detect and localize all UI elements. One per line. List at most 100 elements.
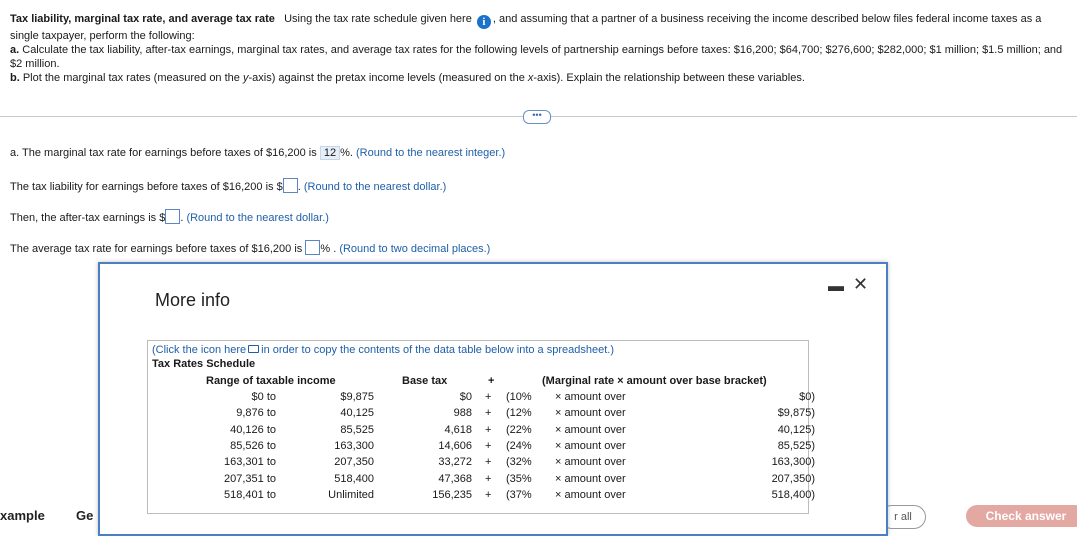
close-icon[interactable]: ✕ — [853, 274, 868, 295]
cell-rate: (35% — [506, 472, 532, 485]
copy-note: (Click the icon here in order to copy the… — [152, 344, 614, 356]
q2-input[interactable] — [282, 178, 298, 193]
table-row: 40,126 to 85,525 4,618 + (22% × amount over 40… — [148, 423, 815, 440]
problem-intro-1: Using the tax rate schedule given here — [284, 13, 472, 25]
cell-to: 85,525 — [340, 423, 374, 436]
header-range: Range of taxable income — [206, 375, 336, 387]
question-2: The tax liability for earnings before ta… — [10, 178, 446, 193]
cell-from: 518,401 to — [224, 488, 276, 501]
dialog-title: More info — [155, 290, 231, 310]
cell-from: 9,876 to — [236, 407, 276, 420]
cell-plus: + — [485, 456, 492, 469]
cell-rate: (37% — [506, 488, 532, 501]
q1-post: %. — [340, 147, 353, 159]
q1-text: a. The marginal tax rate for earnings be… — [10, 147, 317, 159]
more-info-dialog: More info ▬ ✕ (Click the icon here in ord… — [98, 262, 888, 536]
minimize-icon[interactable]: ▬ — [828, 278, 844, 296]
table-title: Tax Rates Schedule — [152, 358, 256, 370]
question-4: The average tax rate for earnings before… — [10, 240, 490, 255]
cell-to: 163,300 — [334, 439, 374, 452]
q1-hint: (Round to the nearest integer.) — [355, 147, 506, 159]
part-b-text-2: -axis) against the pretax income levels … — [248, 72, 528, 84]
copy-note-text-2: in order to copy the contents of the dat… — [261, 344, 614, 356]
cell-to: 40,125 — [340, 407, 374, 420]
cell-over: 207,350) — [771, 472, 815, 485]
cell-base: 988 — [453, 407, 472, 420]
cell-over: $0) — [799, 391, 815, 403]
table-row: $0 to $9,875 $0 + (10% × amount over $0) — [148, 391, 815, 407]
cell-plus: + — [485, 439, 492, 452]
part-b-label: b. — [10, 72, 20, 84]
cell-base: 156,235 — [432, 488, 472, 501]
cell-base: $0 — [459, 391, 472, 403]
cell-base: 47,368 — [438, 472, 472, 485]
cell-to: 518,400 — [334, 472, 374, 485]
cell-base: 14,606 — [438, 439, 472, 452]
cell-to: Unlimited — [328, 488, 374, 501]
cell-amt: × amount over — [555, 456, 626, 469]
cell-to: 207,350 — [334, 456, 374, 469]
table-row: 9,876 to 40,125 988 + (12% × amount over $9,87… — [148, 407, 815, 423]
q3-text: Then, the after-tax earnings is $ — [10, 212, 166, 224]
table-row: 85,526 to 163,300 14,606 + (24% × amount over… — [148, 439, 815, 456]
problem-title: Tax liability, marginal tax rate, and av… — [10, 13, 275, 25]
question-1: a. The marginal tax rate for earnings be… — [10, 146, 505, 160]
q4-text: The average tax rate for earnings before… — [10, 243, 303, 255]
expand-ellipsis-button[interactable]: ••• — [523, 110, 551, 124]
part-b-text-3: -axis). Explain the relationship between… — [533, 72, 805, 84]
q2-hint: (Round to the nearest dollar.) — [303, 181, 447, 193]
part-a-label: a. — [10, 44, 20, 56]
cell-amt: × amount over — [555, 407, 626, 420]
cell-over: 85,525) — [777, 439, 815, 452]
part-b-text-1: Plot the marginal tax rates (measured on… — [22, 72, 243, 84]
q2-text: The tax liability for earnings before ta… — [10, 181, 283, 193]
cell-over: $9,875) — [777, 407, 815, 420]
cell-plus: + — [485, 407, 492, 420]
question-3: Then, the after-tax earnings is $. (Roun… — [10, 209, 329, 224]
cell-over: 163,300) — [771, 456, 815, 469]
cell-rate: (12% — [506, 407, 532, 420]
cell-plus: + — [485, 472, 492, 485]
table-row: 518,401 to Unlimited 156,235 + (37% × amount … — [148, 488, 815, 505]
header-plus: + — [488, 375, 495, 387]
cell-plus: + — [485, 488, 492, 501]
table-row: 207,351 to 518,400 47,368 + (35% × amount ove… — [148, 472, 815, 489]
check-answer-button[interactable]: Check answer — [966, 505, 1077, 527]
cell-rate: (32% — [506, 456, 532, 469]
q4-hint: (Round to two decimal places.) — [339, 243, 491, 255]
header-base: Base tax — [402, 375, 448, 387]
info-icon[interactable]: i — [476, 15, 491, 29]
cell-rate: (10% — [506, 391, 532, 403]
header-marginal: (Marginal rate × amount over base bracke… — [542, 375, 767, 387]
cell-amt: × amount over — [555, 423, 626, 436]
cell-base: 33,272 — [438, 456, 472, 469]
copy-note-text-1: (Click the icon here — [152, 344, 247, 356]
cell-to: $9,875 — [340, 391, 374, 403]
cell-over: 518,400) — [771, 488, 815, 501]
cell-rate: (24% — [506, 439, 532, 452]
cell-over: 40,125) — [777, 423, 815, 436]
cell-base: 4,618 — [444, 423, 472, 436]
part-a-text: Calculate the tax liability, after-tax e… — [10, 44, 1063, 70]
cell-plus: + — [485, 391, 492, 403]
q4-input[interactable] — [305, 240, 321, 255]
cell-rate: (22% — [506, 423, 532, 436]
cell-amt: × amount over — [555, 439, 626, 452]
copy-to-spreadsheet-icon[interactable] — [248, 345, 260, 353]
cell-from: 85,526 to — [230, 439, 276, 452]
q1-answer[interactable]: 12 — [319, 146, 341, 160]
q4-post: % . — [320, 243, 337, 255]
table-row: 163,301 to 207,350 33,272 + (32% × amount ove… — [148, 456, 815, 472]
q3-input[interactable] — [165, 209, 181, 224]
cell-amt: × amount over — [555, 488, 626, 501]
cell-amt: × amount over — [555, 472, 626, 485]
q3-hint: (Round to the nearest dollar.) — [186, 212, 329, 224]
cell-amt: × amount over — [555, 391, 626, 403]
cell-from: 163,301 to — [224, 456, 276, 469]
cell-plus: + — [485, 423, 492, 436]
tax-schedule-panel: (Click the icon here in order to copy the… — [147, 340, 815, 514]
cell-from: 40,126 to — [230, 423, 276, 436]
cell-from: 207,351 to — [224, 472, 276, 485]
problem-statement: Tax liability, marginal tax rate, and av… — [10, 12, 1070, 85]
cell-from: $0 to — [251, 391, 276, 403]
